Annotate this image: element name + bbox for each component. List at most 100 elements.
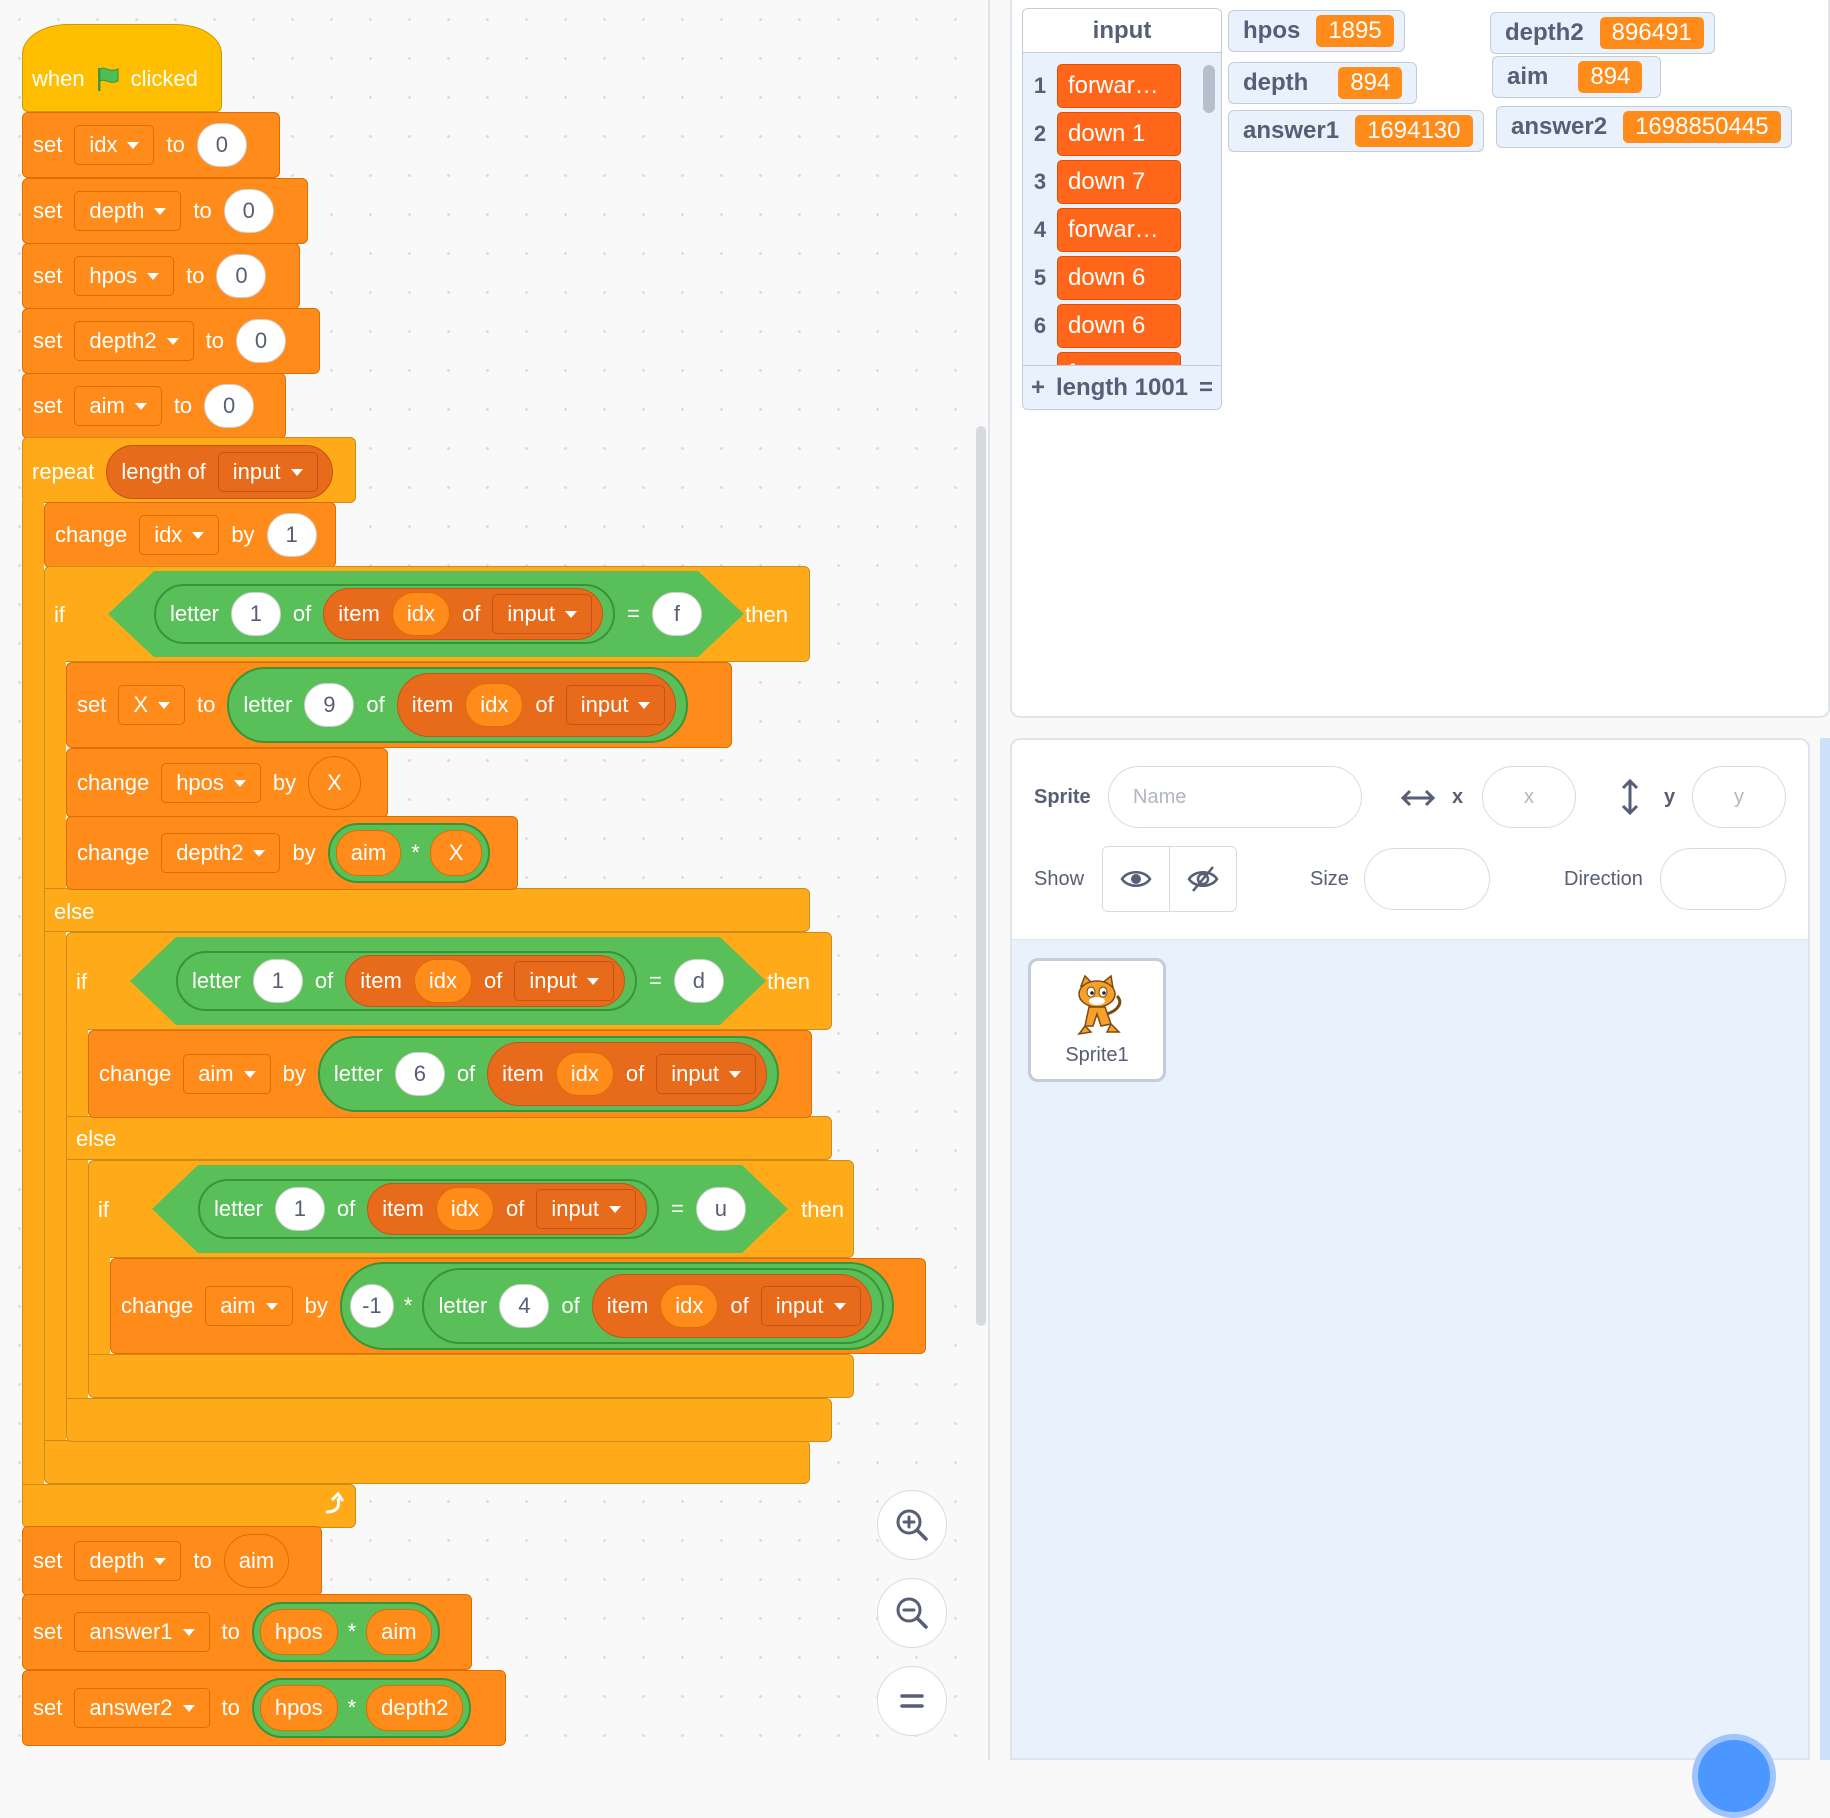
aim-reporter[interactable]: aim <box>335 830 402 876</box>
list-dropdown-input[interactable]: input <box>760 1286 861 1326</box>
letter-index-input[interactable]: 1 <box>253 959 303 1003</box>
multiply-operator[interactable]: hpos * depth2 <box>251 1678 472 1738</box>
set-depth2-block[interactable]: set depth2 to 0 <box>22 308 320 374</box>
monitor-depth[interactable]: depth 894 <box>1228 62 1418 104</box>
aim-reporter[interactable]: aim <box>366 1609 432 1655</box>
var-dropdown-aim[interactable]: aim <box>74 386 162 426</box>
set-idx-block[interactable]: set idx to 0 <box>22 112 280 178</box>
letter-of-reporter[interactable]: letter 6 of item idx of input <box>317 1036 779 1112</box>
idx-reporter[interactable]: idx <box>436 1187 494 1231</box>
value-input[interactable]: 0 <box>196 123 247 167</box>
change-depth2-block[interactable]: change depth2 by aim * X <box>66 816 518 890</box>
value-input[interactable]: 0 <box>204 384 255 428</box>
row-value[interactable]: down 1 <box>1057 112 1181 156</box>
compare-value-input[interactable]: f <box>652 592 702 636</box>
equals-condition-d[interactable]: letter 1 of item idx of input = d <box>130 937 766 1025</box>
multiplier-input[interactable]: -1 <box>349 1284 394 1328</box>
letter-of-reporter[interactable]: letter 1 of item idx of input <box>198 1179 659 1239</box>
item-of-list-reporter[interactable]: item idx of input <box>323 588 603 640</box>
depth2-reporter[interactable]: depth2 <box>366 1685 464 1731</box>
hide-sprite-button[interactable] <box>1169 846 1237 912</box>
zoom-out-button[interactable] <box>877 1578 947 1648</box>
value-input[interactable]: 1 <box>266 513 317 557</box>
change-hpos-block[interactable]: change hpos by X <box>66 748 388 818</box>
hpos-reporter[interactable]: hpos <box>259 1609 338 1655</box>
monitor-answer1[interactable]: answer1 1694130 <box>1228 110 1484 152</box>
hpos-reporter[interactable]: hpos <box>259 1685 338 1731</box>
var-dropdown-hpos[interactable]: hpos <box>74 256 175 296</box>
x-reporter[interactable]: X <box>429 830 483 876</box>
x-input[interactable]: x <box>1482 766 1576 828</box>
set-depth-to-aim-block[interactable]: set depth to aim <box>22 1526 322 1596</box>
list-row[interactable]: 6 down 6 <box>1023 303 1181 349</box>
row-value[interactable]: down 7 <box>1057 160 1181 204</box>
letter-index-input[interactable]: 1 <box>275 1187 325 1231</box>
monitor-depth2[interactable]: depth2 896491 <box>1490 12 1715 54</box>
letter-index-input[interactable]: 6 <box>394 1052 445 1096</box>
resize-handle[interactable]: = <box>1199 374 1213 402</box>
var-dropdown-depth[interactable]: depth <box>74 191 182 231</box>
monitor-aim[interactable]: aim 894 <box>1492 56 1662 98</box>
list-row[interactable]: 5 down 6 <box>1023 255 1181 301</box>
length-of-list-reporter[interactable]: length of input <box>106 445 333 499</box>
list-dropdown-input[interactable]: input <box>492 594 592 634</box>
multiply-operator[interactable]: aim * X <box>327 823 491 883</box>
change-idx-block[interactable]: change idx by 1 <box>44 502 336 568</box>
row-value[interactable]: down 6 <box>1057 256 1181 300</box>
set-answer2-block[interactable]: set answer2 to hpos * depth2 <box>22 1670 506 1746</box>
var-dropdown-idx[interactable]: idx <box>139 515 220 555</box>
idx-reporter[interactable]: idx <box>660 1284 719 1328</box>
item-of-list-reporter[interactable]: item idx of input <box>487 1042 767 1106</box>
monitor-hpos[interactable]: hpos 1895 <box>1228 10 1405 52</box>
var-dropdown-depth2[interactable]: depth2 <box>161 833 281 873</box>
set-answer1-block[interactable]: set answer1 to hpos * aim <box>22 1594 472 1670</box>
idx-reporter[interactable]: idx <box>465 683 524 727</box>
size-input[interactable] <box>1364 848 1490 910</box>
equals-condition-u[interactable]: letter 1 of item idx of input = u <box>152 1165 788 1253</box>
list-dropdown-input[interactable]: input <box>536 1189 636 1229</box>
var-dropdown-answer2[interactable]: answer2 <box>74 1688 210 1728</box>
add-sprite-button[interactable] <box>1692 1734 1776 1818</box>
list-dropdown-input[interactable]: input <box>656 1054 756 1094</box>
list-row[interactable]: 2 down 1 <box>1023 111 1181 157</box>
direction-input[interactable] <box>1660 848 1786 910</box>
change-aim-block[interactable]: change aim by letter 6 of item idx of in… <box>88 1030 812 1118</box>
list-dropdown-input[interactable]: input <box>565 685 666 725</box>
idx-reporter[interactable]: idx <box>392 592 450 636</box>
aim-reporter[interactable]: aim <box>223 1534 290 1588</box>
set-aim-block[interactable]: set aim to 0 <box>22 373 286 439</box>
change-aim-negative-block[interactable]: change aim by -1 * letter 4 of item idx … <box>110 1258 926 1354</box>
item-of-list-reporter[interactable]: item idx of input <box>591 1274 872 1338</box>
set-x-block[interactable]: set X to letter 9 of item idx of input <box>66 662 732 748</box>
monitor-answer2[interactable]: answer2 1698850445 <box>1496 106 1792 148</box>
y-input[interactable]: y <box>1692 766 1786 828</box>
zoom-reset-button[interactable] <box>877 1666 947 1736</box>
compare-value-input[interactable]: d <box>674 959 724 1003</box>
value-input[interactable]: 0 <box>236 319 287 363</box>
list-dropdown-input[interactable]: input <box>514 961 614 1001</box>
add-item-button[interactable]: + <box>1031 374 1045 402</box>
letter-of-reporter[interactable]: letter 1 of item idx of input <box>154 584 615 644</box>
item-of-list-reporter[interactable]: item idx of input <box>396 673 677 737</box>
row-value[interactable]: forwar… <box>1057 64 1181 108</box>
var-dropdown-x[interactable]: X <box>118 685 186 725</box>
item-of-list-reporter[interactable]: item idx of input <box>367 1183 647 1235</box>
list-row[interactable]: 1 forwar… <box>1023 63 1181 109</box>
code-scrollbar[interactable] <box>976 426 986 1326</box>
row-value[interactable]: forwar… <box>1057 208 1181 252</box>
var-dropdown-aim[interactable]: aim <box>205 1286 293 1326</box>
letter-index-input[interactable]: 9 <box>304 683 355 727</box>
var-dropdown-depth2[interactable]: depth2 <box>74 321 194 361</box>
row-value[interactable]: down 6 <box>1057 304 1181 348</box>
letter-index-input[interactable]: 1 <box>231 592 281 636</box>
letter-of-reporter[interactable]: letter 1 of item idx of input <box>176 951 637 1011</box>
compare-value-input[interactable]: u <box>696 1187 746 1231</box>
x-reporter[interactable]: X <box>308 756 361 810</box>
var-dropdown-idx[interactable]: idx <box>74 125 155 165</box>
var-dropdown-answer1[interactable]: answer1 <box>74 1612 210 1652</box>
sprite-tile-sprite1[interactable]: Sprite1 <box>1028 958 1166 1082</box>
set-hpos-block[interactable]: set hpos to 0 <box>22 243 300 309</box>
idx-reporter[interactable]: idx <box>414 959 472 1003</box>
show-sprite-button[interactable] <box>1102 846 1170 912</box>
value-input[interactable]: 0 <box>223 189 274 233</box>
